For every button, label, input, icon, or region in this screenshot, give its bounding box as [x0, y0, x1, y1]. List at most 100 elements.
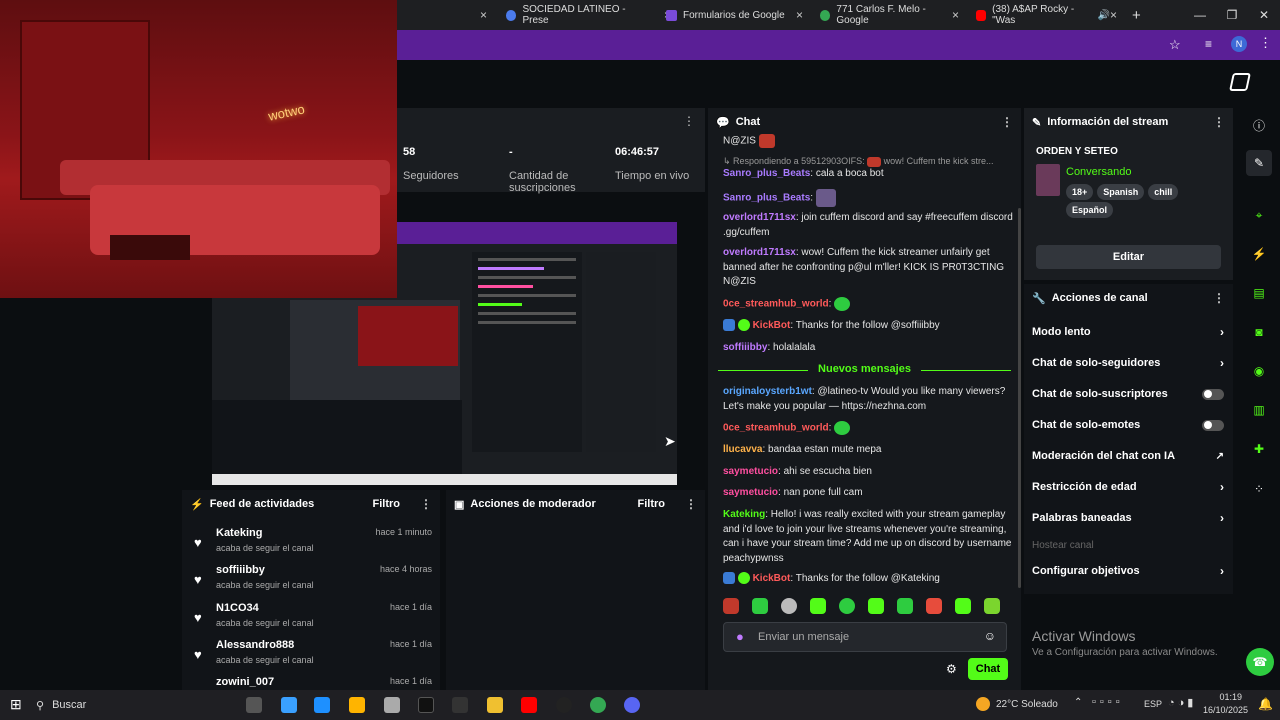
chat-username[interactable]: 0ce_streamhub_world — [723, 423, 829, 434]
chat-username[interactable]: soffiiibby — [723, 342, 767, 353]
chat-username[interactable]: saymetucio — [723, 487, 778, 498]
banned-words-item[interactable]: Palabras baneadas › — [1032, 508, 1224, 528]
slow-mode-item[interactable]: Modo lento › — [1032, 322, 1224, 342]
tab-close-first[interactable]: × — [472, 0, 495, 30]
chrome-icon[interactable] — [590, 697, 606, 713]
stream-category[interactable]: Conversando — [1066, 166, 1131, 178]
chat-username[interactable]: Sanro_plus_Beats — [723, 193, 810, 204]
file-explorer-icon[interactable] — [487, 697, 503, 713]
tab-google-forms[interactable]: Formularios de Google — [658, 0, 808, 30]
minimize-button[interactable]: — — [1184, 0, 1216, 30]
tab-close-button[interactable]: × — [788, 0, 811, 30]
emotes-only-toggle[interactable] — [1202, 419, 1224, 431]
kick-logo-icon[interactable] — [1229, 73, 1251, 91]
chat-scrollbar[interactable] — [1018, 208, 1021, 588]
capcut-icon[interactable] — [452, 697, 468, 713]
emote-icon[interactable] — [839, 598, 855, 614]
chat-username[interactable]: Sanro_plus_Beats — [723, 168, 810, 179]
address-bar[interactable]: ☆ ≡ N ⋮ — [397, 30, 1280, 60]
mail-icon[interactable] — [384, 697, 400, 713]
tab-sociedad-latineo[interactable]: SOCIEDAD LATINEO - Prese — [498, 0, 656, 30]
chat-username[interactable]: overlord1711sx — [723, 247, 796, 258]
ai-moderation-item[interactable]: Moderación del chat con IA ↗ — [1032, 446, 1224, 466]
stats-menu-icon[interactable]: ⋮ — [683, 114, 695, 128]
lightning-icon[interactable]: ⚡ — [1246, 241, 1272, 267]
windows-start-icon[interactable]: ⊞ — [10, 696, 22, 713]
emote-icon[interactable] — [810, 598, 826, 614]
weather-label[interactable]: 22°C Soleado — [996, 699, 1058, 710]
mod-filter-button[interactable]: Filtro — [638, 498, 666, 510]
activity-filter-button[interactable]: Filtro — [373, 498, 401, 510]
youtube-app-icon[interactable] — [521, 697, 537, 713]
activity-user[interactable]: Kateking — [216, 527, 262, 539]
category-thumbnail[interactable] — [1036, 164, 1060, 196]
emote-icon[interactable] — [781, 598, 797, 614]
stream-info-menu-icon[interactable]: ⋮ — [1213, 115, 1225, 129]
activity-user[interactable]: zowini_007 — [216, 676, 274, 688]
maximize-button[interactable]: ❐ — [1216, 0, 1248, 30]
chat-username[interactable]: originaloysterb1wt — [723, 386, 812, 397]
store-icon[interactable] — [349, 697, 365, 713]
chat-username[interactable]: KickBot — [753, 320, 791, 331]
edge-icon[interactable] — [314, 697, 330, 713]
discord-icon[interactable] — [624, 697, 640, 713]
edit-icon[interactable]: ✎ — [1246, 150, 1272, 176]
channel-actions-menu-icon[interactable]: ⋮ — [1213, 291, 1225, 305]
chat-username[interactable]: 0ce_streamhub_world — [723, 299, 829, 310]
media-control-icon[interactable]: ≡ — [1205, 37, 1212, 51]
support-chat-icon[interactable]: ☎ — [1246, 648, 1274, 676]
edit-button[interactable]: Editar — [1036, 245, 1221, 269]
chat-username[interactable]: KickBot — [753, 573, 791, 584]
emote-icon[interactable] — [984, 598, 1000, 614]
bookmark-star-icon[interactable]: ☆ — [1169, 37, 1181, 53]
age-restriction-item[interactable]: Restricción de edad › — [1032, 477, 1224, 497]
profile-avatar[interactable]: N — [1231, 36, 1247, 52]
emoji-icon[interactable]: ☺ — [984, 629, 996, 643]
activity-item[interactable]: ♥ N1CO34 acaba de seguir el canal hace 1… — [182, 602, 440, 640]
broadcast-icon[interactable]: ◉ — [1246, 358, 1272, 384]
emote-icon[interactable] — [955, 598, 971, 614]
chat-icon[interactable]: ◙ — [1246, 319, 1272, 345]
document-icon[interactable]: ▤ — [1246, 280, 1272, 306]
emote-icon[interactable] — [868, 598, 884, 614]
tab-close-button[interactable]: × — [1102, 0, 1125, 30]
browser-menu-icon[interactable]: ⋮ — [1259, 35, 1272, 51]
chat-username[interactable]: overlord1711sx — [723, 212, 796, 223]
mod-menu-icon[interactable]: ⋮ — [685, 497, 697, 511]
activity-item[interactable]: ♥ Alessandro888 acaba de seguir el canal… — [182, 639, 440, 677]
chat-settings-gear-icon[interactable]: ⚙ — [946, 662, 957, 676]
tray-icons[interactable]: ▫▫▫▫ — [1092, 696, 1124, 708]
emote-icon[interactable] — [723, 598, 739, 614]
tiktok-icon[interactable] — [418, 697, 434, 713]
notification-bell-icon[interactable]: 🔔 — [1258, 697, 1273, 711]
clock-date[interactable]: 16/10/2025 — [1198, 705, 1248, 715]
tab-google-maps[interactable]: 771 Carlos F. Melo - Google — [812, 0, 962, 30]
tray-chevron-icon[interactable]: ⌃ — [1074, 697, 1082, 708]
wrench-icon[interactable]: ✚ — [1246, 436, 1272, 462]
info-icon[interactable]: ⓘ — [1246, 112, 1272, 138]
chat-username[interactable]: llucavva — [723, 444, 762, 455]
chat-menu-icon[interactable]: ⋮ — [1001, 115, 1013, 129]
task-view-icon[interactable] — [246, 697, 262, 713]
taskbar-search[interactable]: ⚲ Buscar — [36, 693, 236, 717]
weather-sun-icon[interactable] — [976, 697, 990, 711]
emote-icon[interactable] — [752, 598, 768, 614]
tab-close-button[interactable]: × — [944, 0, 967, 30]
activity-user[interactable]: N1CO34 — [216, 602, 259, 614]
chat-username[interactable]: Kateking — [723, 509, 765, 520]
subscribers-only-item[interactable]: Chat de solo-suscriptores — [1032, 384, 1224, 404]
chat-username[interactable]: saymetucio — [723, 466, 778, 477]
close-window-button[interactable]: ✕ — [1248, 0, 1280, 30]
emotes-only-item[interactable]: Chat de solo-emotes — [1032, 415, 1224, 435]
obs-icon[interactable] — [556, 697, 572, 713]
goals-item[interactable]: Configurar objetivos › — [1032, 561, 1224, 581]
language-indicator[interactable]: ESP — [1144, 699, 1162, 709]
emote-icon[interactable] — [926, 598, 942, 614]
activity-user[interactable]: Alessandro888 — [216, 639, 294, 651]
clock-time[interactable]: 01:19 — [1202, 692, 1242, 702]
chat-send-button[interactable]: Chat — [968, 658, 1008, 680]
microphone-icon[interactable]: ● — [736, 629, 744, 644]
subscribers-only-toggle[interactable] — [1202, 388, 1224, 400]
focus-icon[interactable]: ⌖ — [1246, 202, 1272, 228]
followers-only-item[interactable]: Chat de solo-seguidores › — [1032, 353, 1224, 373]
